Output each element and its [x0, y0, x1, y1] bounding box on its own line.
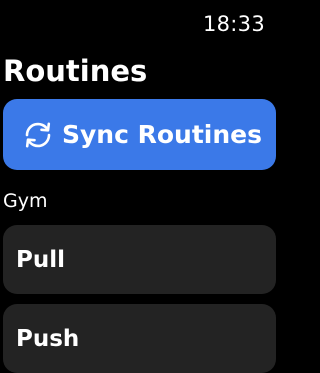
sync-routines-button[interactable]: Sync Routines: [3, 99, 276, 170]
sync-arrows-icon: [21, 118, 55, 152]
routine-label: Pull: [16, 246, 65, 273]
section-header-gym: Gym: [3, 190, 48, 212]
status-time: 18:33: [202, 12, 265, 36]
page-title: Routines: [3, 54, 148, 88]
routine-label: Push: [16, 325, 80, 352]
routine-item-pull[interactable]: Pull: [3, 225, 276, 294]
sync-routines-label: Sync Routines: [62, 120, 262, 149]
routine-item-push[interactable]: Push: [3, 304, 276, 373]
